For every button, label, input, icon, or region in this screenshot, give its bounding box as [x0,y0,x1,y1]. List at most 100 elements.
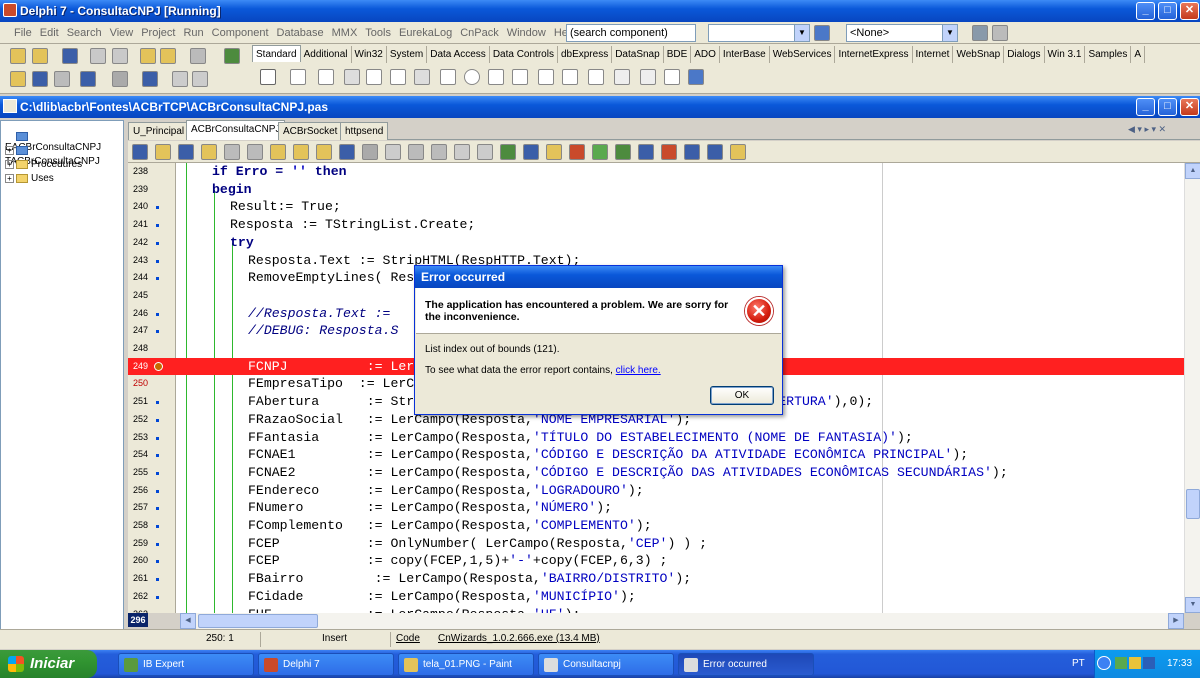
task-error-occurred[interactable]: Error occurred [678,653,814,676]
palette-tab-win32[interactable]: Win32 [352,46,387,63]
expand-icon[interactable]: + [5,173,14,183]
panel-icon[interactable] [614,69,630,85]
editor-tool-icon[interactable] [684,144,700,160]
editor-tool-icon[interactable] [178,144,194,160]
editor-tool-icon[interactable] [523,144,539,160]
palette-tab-win-3-1[interactable]: Win 3.1 [1045,46,1086,63]
task-consultacnpj[interactable]: Consultacnpj [538,653,674,676]
ide-title-bar[interactable]: Delphi 7 - ConsultaCNPJ [Running] _ □ ✕ [0,0,1200,22]
tray-arrow-icon[interactable] [1097,656,1111,670]
code-line[interactable]: 240 Result:= True; [128,198,1184,216]
menu-view[interactable]: View [106,22,138,39]
palette-tab-internet[interactable]: Internet [913,46,954,63]
tab-nav-arrows[interactable]: ◀ ▾ ▸ ▾ ✕ [1128,124,1166,135]
tree-item[interactable]: +TACBrConsultaCNPJ [5,145,123,167]
desktop-icon[interactable] [972,25,988,41]
code-line[interactable]: 255 FCNAE2 := LerCampo(Resposta,'CÓDIGO E… [128,464,1184,482]
editor-tool-icon[interactable] [431,144,447,160]
editor-minimize-button[interactable]: _ [1136,98,1155,116]
scroll-left-icon[interactable]: ◀ [180,613,196,629]
menu-search[interactable]: Search [63,22,106,39]
palette-tab-additional[interactable]: Additional [301,46,352,63]
pointer-icon[interactable] [260,69,276,85]
code-line[interactable]: 262 FCidade := LerCampo(Resposta,'MUNICÍP… [128,588,1184,606]
radiobutton-icon[interactable] [464,69,480,85]
editor-tool-icon[interactable] [408,144,424,160]
scroll-right-icon[interactable]: ▶ [1168,613,1184,629]
tab-httpsend[interactable]: httpsend [340,122,389,140]
editor-tool-icon[interactable] [477,144,493,160]
checkbox-icon[interactable] [440,69,456,85]
code-line[interactable]: 238 if Erro = '' then [128,163,1184,181]
code-line[interactable]: 242 try [128,234,1184,252]
search-component-input[interactable]: (search component) [566,24,696,42]
toggle-form-icon[interactable] [54,71,70,87]
editor-tool-icon[interactable] [224,144,240,160]
tab-acbrconsultacnpj[interactable]: ACBrConsultaCNPJ [186,120,286,140]
palette-tab-data-access[interactable]: Data Access [427,46,490,63]
save-desktop-icon[interactable] [992,25,1008,41]
code-line[interactable]: 256 FEndereco := LerCampo(Resposta,'LOGRA… [128,482,1184,500]
scrollbar-icon[interactable] [538,69,554,85]
task-ib-expert[interactable]: IB Expert [118,653,254,676]
menu-run[interactable]: Run [179,22,207,39]
dialog-title[interactable]: Error occurred [415,266,782,288]
palette-tab-bde[interactable]: BDE [664,46,692,63]
menu-tools[interactable]: Tools [361,22,395,39]
tray-app-icon[interactable] [1115,657,1127,669]
tab-u-principal[interactable]: U_Principal [128,122,190,140]
none-combo[interactable]: <None> ▼ [846,24,958,42]
label-icon[interactable] [344,69,360,85]
breakpoint-icon[interactable] [154,361,163,371]
tree-item[interactable]: + Procedures [5,159,82,173]
tab-acbrsocket[interactable]: ACBrSocket [278,122,343,140]
menu-eurekalog[interactable]: EurekaLog [395,22,456,39]
menu-component[interactable]: Component [208,22,273,39]
horizontal-scrollbar[interactable]: ◀ ▶ [180,613,1184,629]
expand-icon[interactable]: + [5,159,14,169]
palette-tab-data-controls[interactable]: Data Controls [490,46,558,63]
menu-cnpack[interactable]: CnPack [456,22,503,39]
code-tab[interactable]: Code [396,633,420,644]
code-line[interactable]: 257 FNumero := LerCampo(Resposta,'NÚMERO'… [128,499,1184,517]
open-icon[interactable] [32,48,48,64]
palette-tab-samples[interactable]: Samples [1085,46,1132,63]
tray-network-icon[interactable] [1129,657,1141,669]
edit-icon[interactable] [366,69,382,85]
memo-icon[interactable] [390,69,406,85]
palette-tab-websnap[interactable]: WebSnap [953,46,1005,63]
code-line[interactable]: 241 Resposta := TStringList.Create; [128,216,1184,234]
globe-icon[interactable] [814,25,830,41]
new-form-icon[interactable] [80,71,96,87]
editor-tool-icon[interactable] [247,144,263,160]
editor-maximize-button[interactable]: □ [1158,98,1177,116]
minimize-button[interactable]: _ [1136,2,1155,20]
ok-button[interactable]: OK [710,386,774,405]
expand-icon[interactable]: + [5,145,14,155]
code-explorer[interactable]: EACBrConsultaCNPJ +TACBrConsultaCNPJ + Pr… [0,120,124,630]
run-icon[interactable] [112,71,128,87]
task-paint[interactable]: tela_01.PNG - Paint [398,653,534,676]
code-line[interactable]: 263 FUF := LerCampo(Resposta,'UF'); [128,606,1184,614]
menu-window[interactable]: Window [503,22,550,39]
code-line[interactable]: 258 FComplemento := LerCampo(Resposta,'CO… [128,517,1184,535]
frames-icon[interactable] [664,69,680,85]
actionlist-icon[interactable] [640,69,656,85]
editor-tool-icon[interactable] [661,144,677,160]
groupbox-icon[interactable] [562,69,578,85]
palette-tab-standard[interactable]: Standard [252,45,301,62]
editor-tool-icon[interactable] [293,144,309,160]
combobox-icon[interactable] [512,69,528,85]
mainmenu-icon[interactable] [290,69,306,85]
editor-tool-icon[interactable] [730,144,746,160]
editor-tool-icon[interactable] [201,144,217,160]
hscroll-thumb[interactable] [198,614,318,628]
editor-tool-icon[interactable] [592,144,608,160]
component-icon[interactable] [688,69,704,85]
editor-tool-icon[interactable] [316,144,332,160]
tray-volume-icon[interactable] [1143,657,1155,669]
menu-project[interactable]: Project [137,22,179,39]
code-line[interactable]: 254 FCNAE1 := LerCampo(Resposta,'CÓDIGO E… [128,446,1184,464]
menu-mmx[interactable]: MMX [328,22,362,39]
close-file-icon[interactable] [112,48,128,64]
